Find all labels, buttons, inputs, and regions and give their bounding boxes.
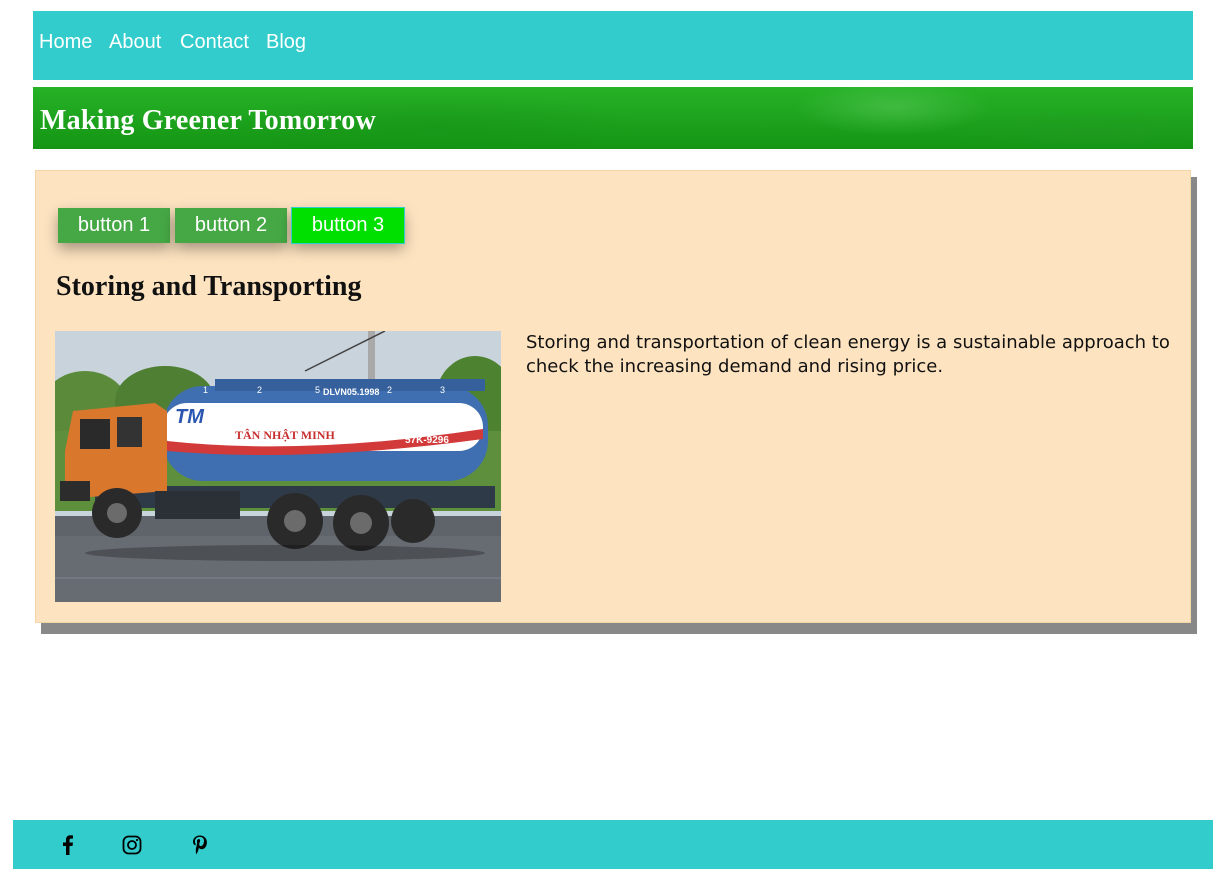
tab-button-3[interactable]: button 3 (291, 207, 405, 244)
tank-brand-text: TÂN NHẬT MINH (235, 428, 335, 442)
tanker-truck-image: TM TÂN NHẬT MINH 57K-9296 DLVN05.1998 1 … (55, 331, 501, 602)
tank-logo: TM (175, 406, 205, 428)
compartment-label: 5 (315, 385, 320, 395)
banner-title: Making Greener Tomorrow (40, 105, 376, 136)
pinterest-icon[interactable] (188, 833, 212, 857)
tank-plate-text: 57K-9296 (405, 435, 449, 446)
compartment-label: 2 (387, 385, 392, 395)
facebook-icon[interactable] (56, 833, 80, 857)
top-nav: Home About Contact Blog (33, 11, 1193, 80)
nav-link-about[interactable]: About (109, 31, 161, 54)
nav-link-blog[interactable]: Blog (266, 31, 306, 54)
compartment-label: 1 (203, 385, 208, 395)
nav-link-home[interactable]: Home (39, 31, 92, 54)
section-body-text: Storing and transportation of clean ener… (526, 332, 1170, 377)
tank-code-text: DLVN05.1998 (323, 387, 379, 397)
instagram-icon[interactable] (120, 833, 144, 857)
compartment-label: 3 (440, 385, 445, 395)
compartment-label: 2 (257, 385, 262, 395)
tab-button-1[interactable]: button 1 (58, 208, 170, 243)
content-card: button 1 button 2 button 3 Storing and T… (35, 170, 1191, 623)
tab-button-2[interactable]: button 2 (175, 208, 287, 243)
hero-banner: Making Greener Tomorrow (33, 87, 1193, 149)
nav-link-contact[interactable]: Contact (180, 31, 249, 54)
section-title: Storing and Transporting (56, 271, 362, 302)
footer (13, 820, 1213, 869)
